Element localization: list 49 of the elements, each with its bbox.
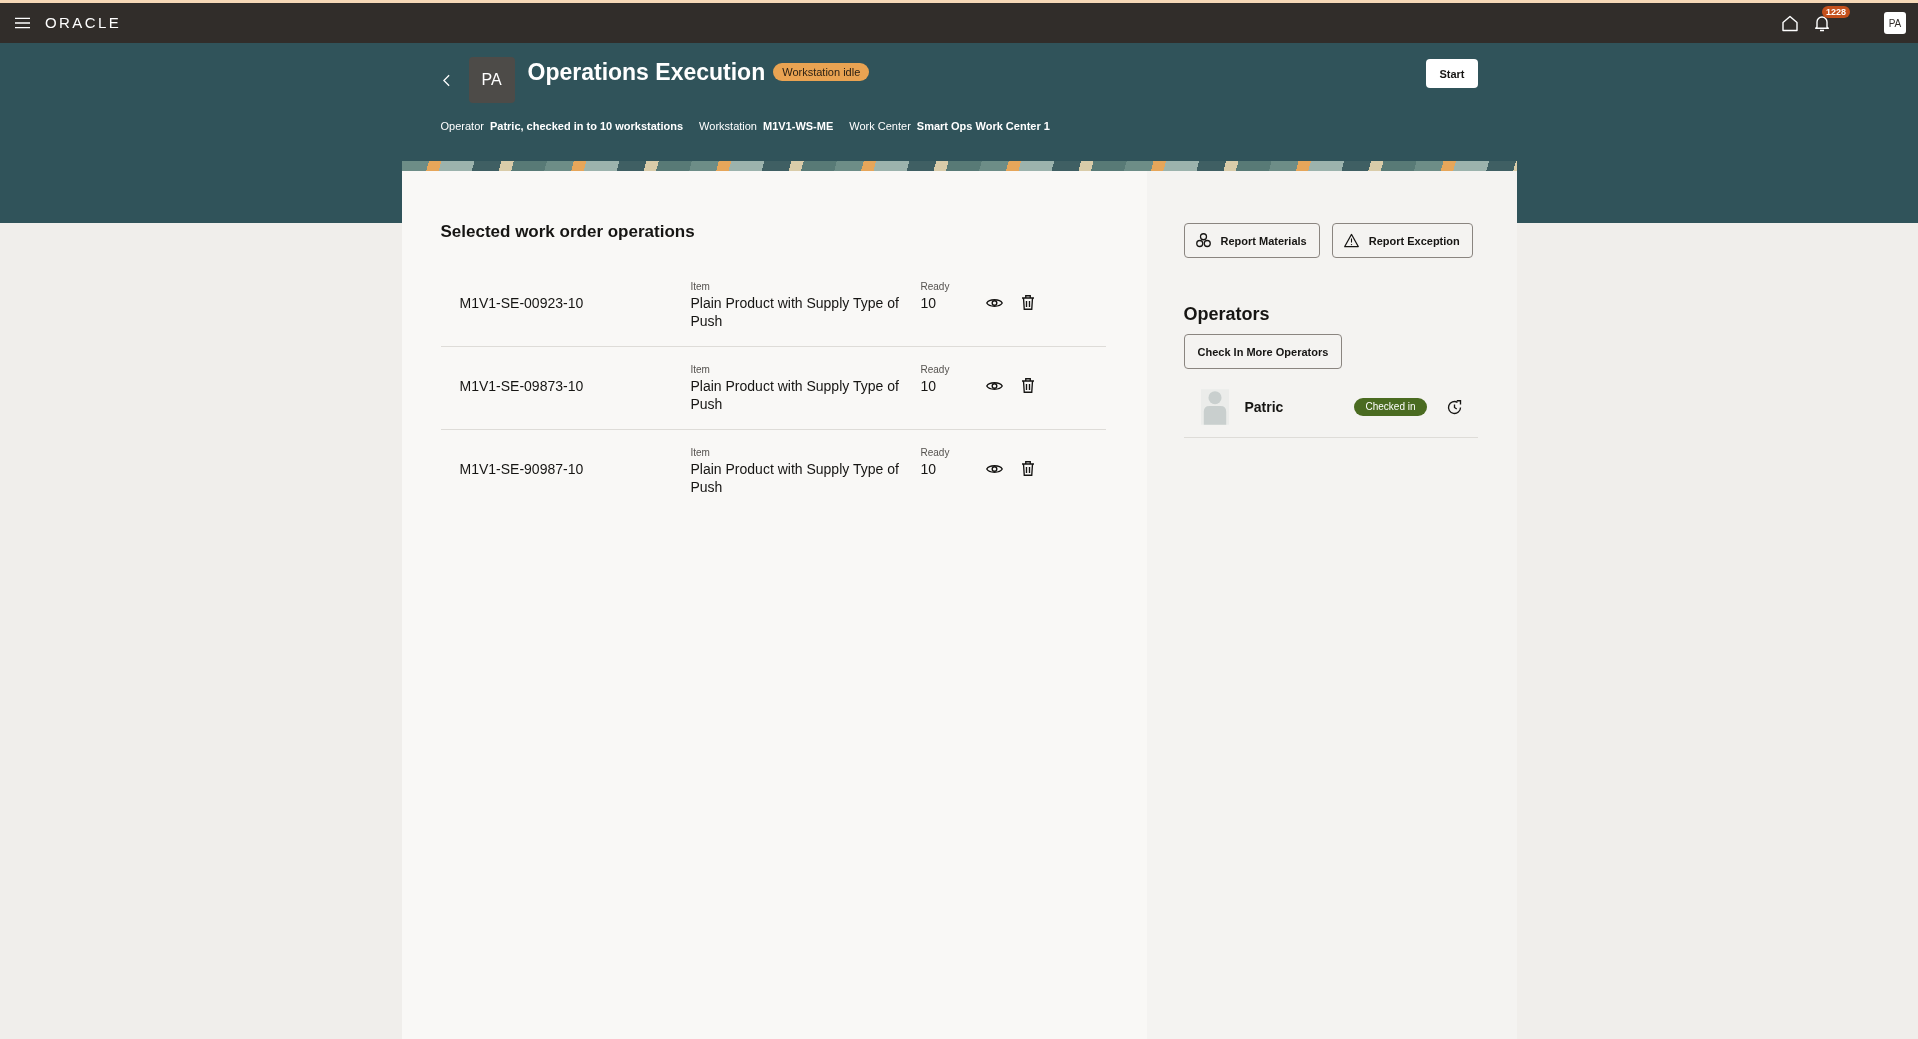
detail-value: Patric, checked in to 10 workstations [489,119,684,133]
operation-id: M1V1-SE-00923-10 [459,294,585,312]
item-description: Plain Product with Supply Type of Push [690,294,900,330]
ready-quantity: 10 [920,294,937,312]
detail-value: M1V1-WS-ME [763,119,834,133]
menu-icon[interactable] [15,17,30,29]
trash-icon[interactable] [1020,378,1035,393]
operators-heading: Operators [1183,303,1271,325]
avatar-tile: PA [468,57,515,103]
item-description: Plain Product with Supply Type of Push [690,460,900,496]
detail-value: Smart Ops Work Center 1 [916,119,1050,133]
detail-label: Workstation [699,119,757,133]
notification-count-badge[interactable]: 1228 [1822,5,1851,18]
operation-id: M1V1-SE-09873-10 [459,377,585,395]
section-heading: Selected work order operations [440,221,696,243]
ready-quantity: 10 [920,377,937,395]
field-label: Item [690,446,710,460]
field-label: Item [690,363,710,377]
warning-icon [1343,233,1359,248]
ready-quantity: 10 [920,460,937,478]
page-title: Operations Execution [527,58,766,86]
report-exception-button[interactable]: Report Exception [1331,223,1473,258]
check-in-operators-button[interactable]: Check In More Operators [1183,334,1343,369]
user-avatar-button[interactable]: PA [1884,12,1906,34]
field-label: Ready [920,280,950,294]
field-label: Ready [920,363,950,377]
detail-label: Work Center [849,119,911,133]
clock-icon[interactable] [1446,399,1462,415]
operator-status-badge: Checked in [1354,398,1427,416]
boxes-icon [1195,233,1211,248]
start-button[interactable]: Start [1426,59,1478,88]
eye-icon[interactable] [985,380,1003,392]
bell-icon[interactable] [1814,14,1830,32]
home-icon[interactable] [1782,14,1798,32]
report-materials-button[interactable]: Report Materials [1183,223,1320,258]
eye-icon[interactable] [985,297,1003,309]
operator-name: Patric [1244,398,1284,416]
oracle-logo[interactable]: ORACLE [45,14,122,32]
item-description: Plain Product with Supply Type of Push [690,377,900,413]
detail-label: Operator [440,119,484,133]
back-icon[interactable] [442,74,450,87]
field-label: Ready [920,446,950,460]
eye-icon[interactable] [985,463,1003,475]
trash-icon[interactable] [1020,461,1035,476]
status-badge: Workstation idle [773,63,870,81]
field-label: Item [690,280,710,294]
operation-id: M1V1-SE-90987-10 [459,460,585,478]
trash-icon[interactable] [1020,295,1035,310]
avatar-silhouette-icon [1200,389,1229,425]
